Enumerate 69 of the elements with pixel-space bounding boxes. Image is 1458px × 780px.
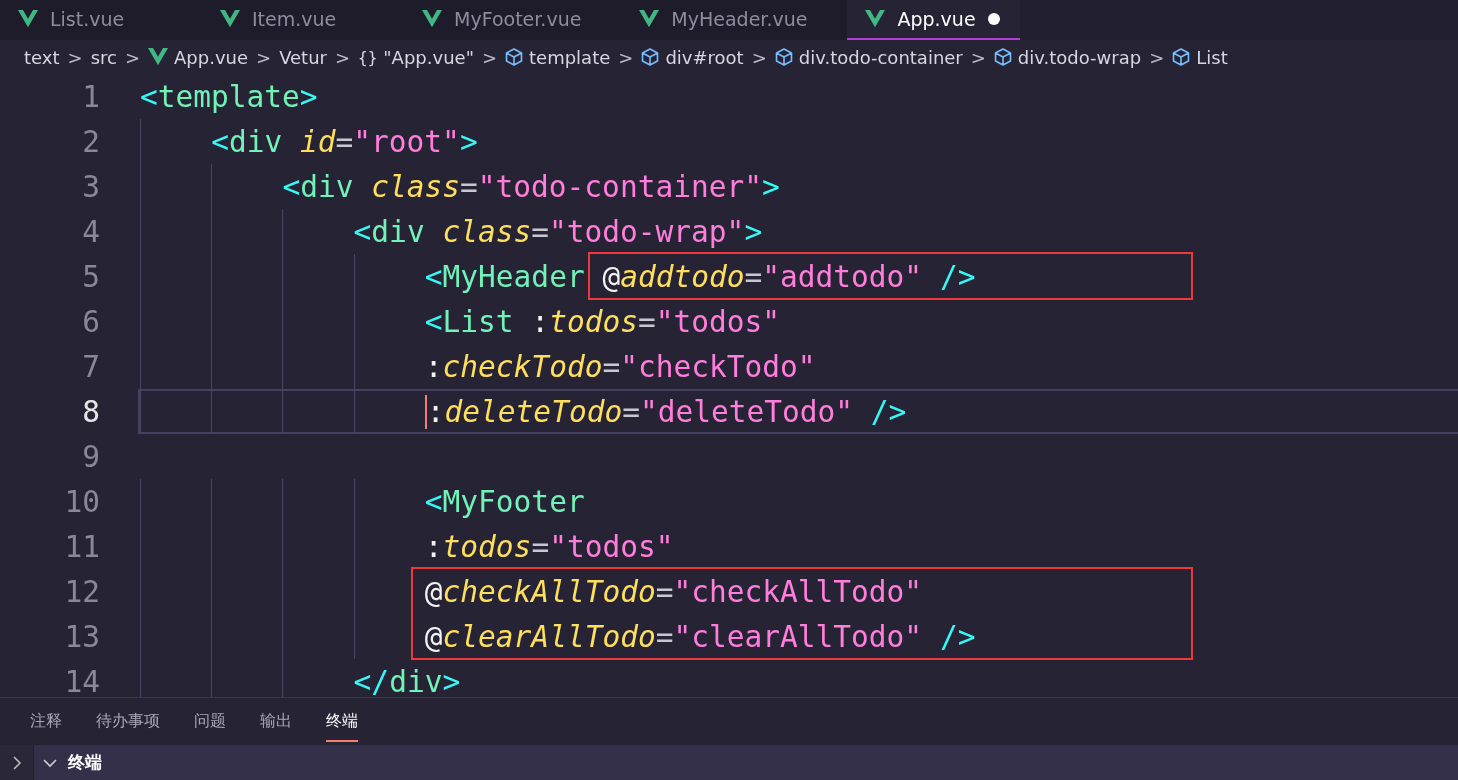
breadcrumb-item[interactable]: template (529, 46, 611, 68)
breadcrumb-item[interactable]: "App.vue" (383, 46, 474, 68)
breadcrumb-item[interactable]: App.vue (174, 46, 249, 68)
cube-icon (505, 48, 524, 66)
line-number: 2 (81, 124, 100, 159)
code-line: <div id="root"> (211, 124, 478, 159)
code-line: </div> (353, 664, 461, 697)
file-tab[interactable]: List.vue (0, 0, 202, 40)
vue-logo-icon (422, 10, 442, 28)
vue-logo-icon (18, 10, 38, 28)
line-number: 8 (81, 394, 100, 429)
breadcrumb-separator: > (970, 46, 986, 68)
breadcrumb-separator: > (124, 46, 140, 68)
panel-tab[interactable]: 注释 (30, 701, 62, 742)
file-tab[interactable]: Item.vue (202, 0, 404, 40)
breadcrumb-separator: > (751, 46, 767, 68)
code-line: :todos="todos" (424, 529, 674, 564)
vue-logo-icon (148, 48, 168, 66)
line-number: 13 (63, 619, 100, 654)
file-tab[interactable]: MyHeader.vue (621, 0, 848, 40)
line-number: 10 (63, 484, 100, 519)
code-line: <MyFooter (424, 484, 585, 519)
line-number: 5 (81, 259, 100, 294)
cube-icon (1172, 48, 1191, 66)
line-number: 4 (81, 214, 100, 249)
line-number: 11 (63, 529, 100, 564)
line-number: 14 (63, 664, 100, 697)
cube-icon (993, 48, 1012, 66)
breadcrumb-item[interactable]: Vetur (279, 46, 327, 68)
cube-icon (641, 48, 660, 66)
code-line: <List :todos="todos" (424, 304, 781, 339)
code-line: <template> (140, 79, 318, 114)
vue-logo-icon (220, 10, 240, 28)
braces-icon: {} (358, 47, 378, 67)
code-line: @clearAllTodo="clearAllTodo" /> (424, 619, 976, 654)
line-number: 6 (81, 304, 100, 339)
breadcrumb-item[interactable]: div#root (665, 46, 744, 68)
code-line: <div class="todo-wrap"> (353, 214, 763, 249)
code-line: <MyHeader @addtodo="addtodo" /> (424, 259, 976, 294)
breadcrumb-separator: > (618, 46, 634, 68)
panel-tab[interactable]: 终端 (326, 701, 358, 742)
file-tab[interactable]: App.vue (847, 0, 1020, 40)
cube-icon (774, 48, 793, 66)
line-number: 3 (81, 169, 100, 204)
breadcrumb-item[interactable]: div.todo-container (798, 46, 963, 68)
line-number: 12 (63, 574, 100, 609)
file-tab[interactable]: MyFooter.vue (404, 0, 622, 40)
vue-logo-icon (639, 10, 660, 28)
breadcrumb-separator: > (1149, 46, 1165, 68)
breadcrumb-item[interactable]: List (1196, 46, 1228, 68)
breadcrumb-separator: > (256, 46, 272, 68)
panel-tab[interactable]: 待办事项 (96, 701, 160, 742)
breadcrumb-item[interactable]: text (24, 46, 60, 68)
breadcrumb-separator: > (335, 46, 351, 68)
vue-logo-icon (865, 10, 886, 28)
panel-tab[interactable]: 输出 (260, 701, 292, 742)
code-line: @checkAllTodo="checkAllTodo" (424, 574, 923, 609)
line-number: 7 (81, 349, 100, 384)
breadcrumb-item[interactable]: div.todo-wrap (1017, 46, 1142, 68)
panel-tab[interactable]: 问题 (194, 701, 226, 742)
code-line: <div class="todo-container"> (282, 169, 780, 204)
section-title[interactable]: 终端 (68, 751, 102, 774)
breadcrumb-item[interactable]: src (90, 46, 117, 68)
breadcrumb-separator: > (481, 46, 498, 68)
code-line: :deleteTodo="deleteTodo" /> (424, 394, 907, 429)
breadcrumb-separator: > (67, 46, 83, 68)
line-number: 1 (81, 79, 100, 114)
line-number: 9 (81, 439, 100, 474)
code-line: :checkTodo="checkTodo" (424, 349, 816, 384)
